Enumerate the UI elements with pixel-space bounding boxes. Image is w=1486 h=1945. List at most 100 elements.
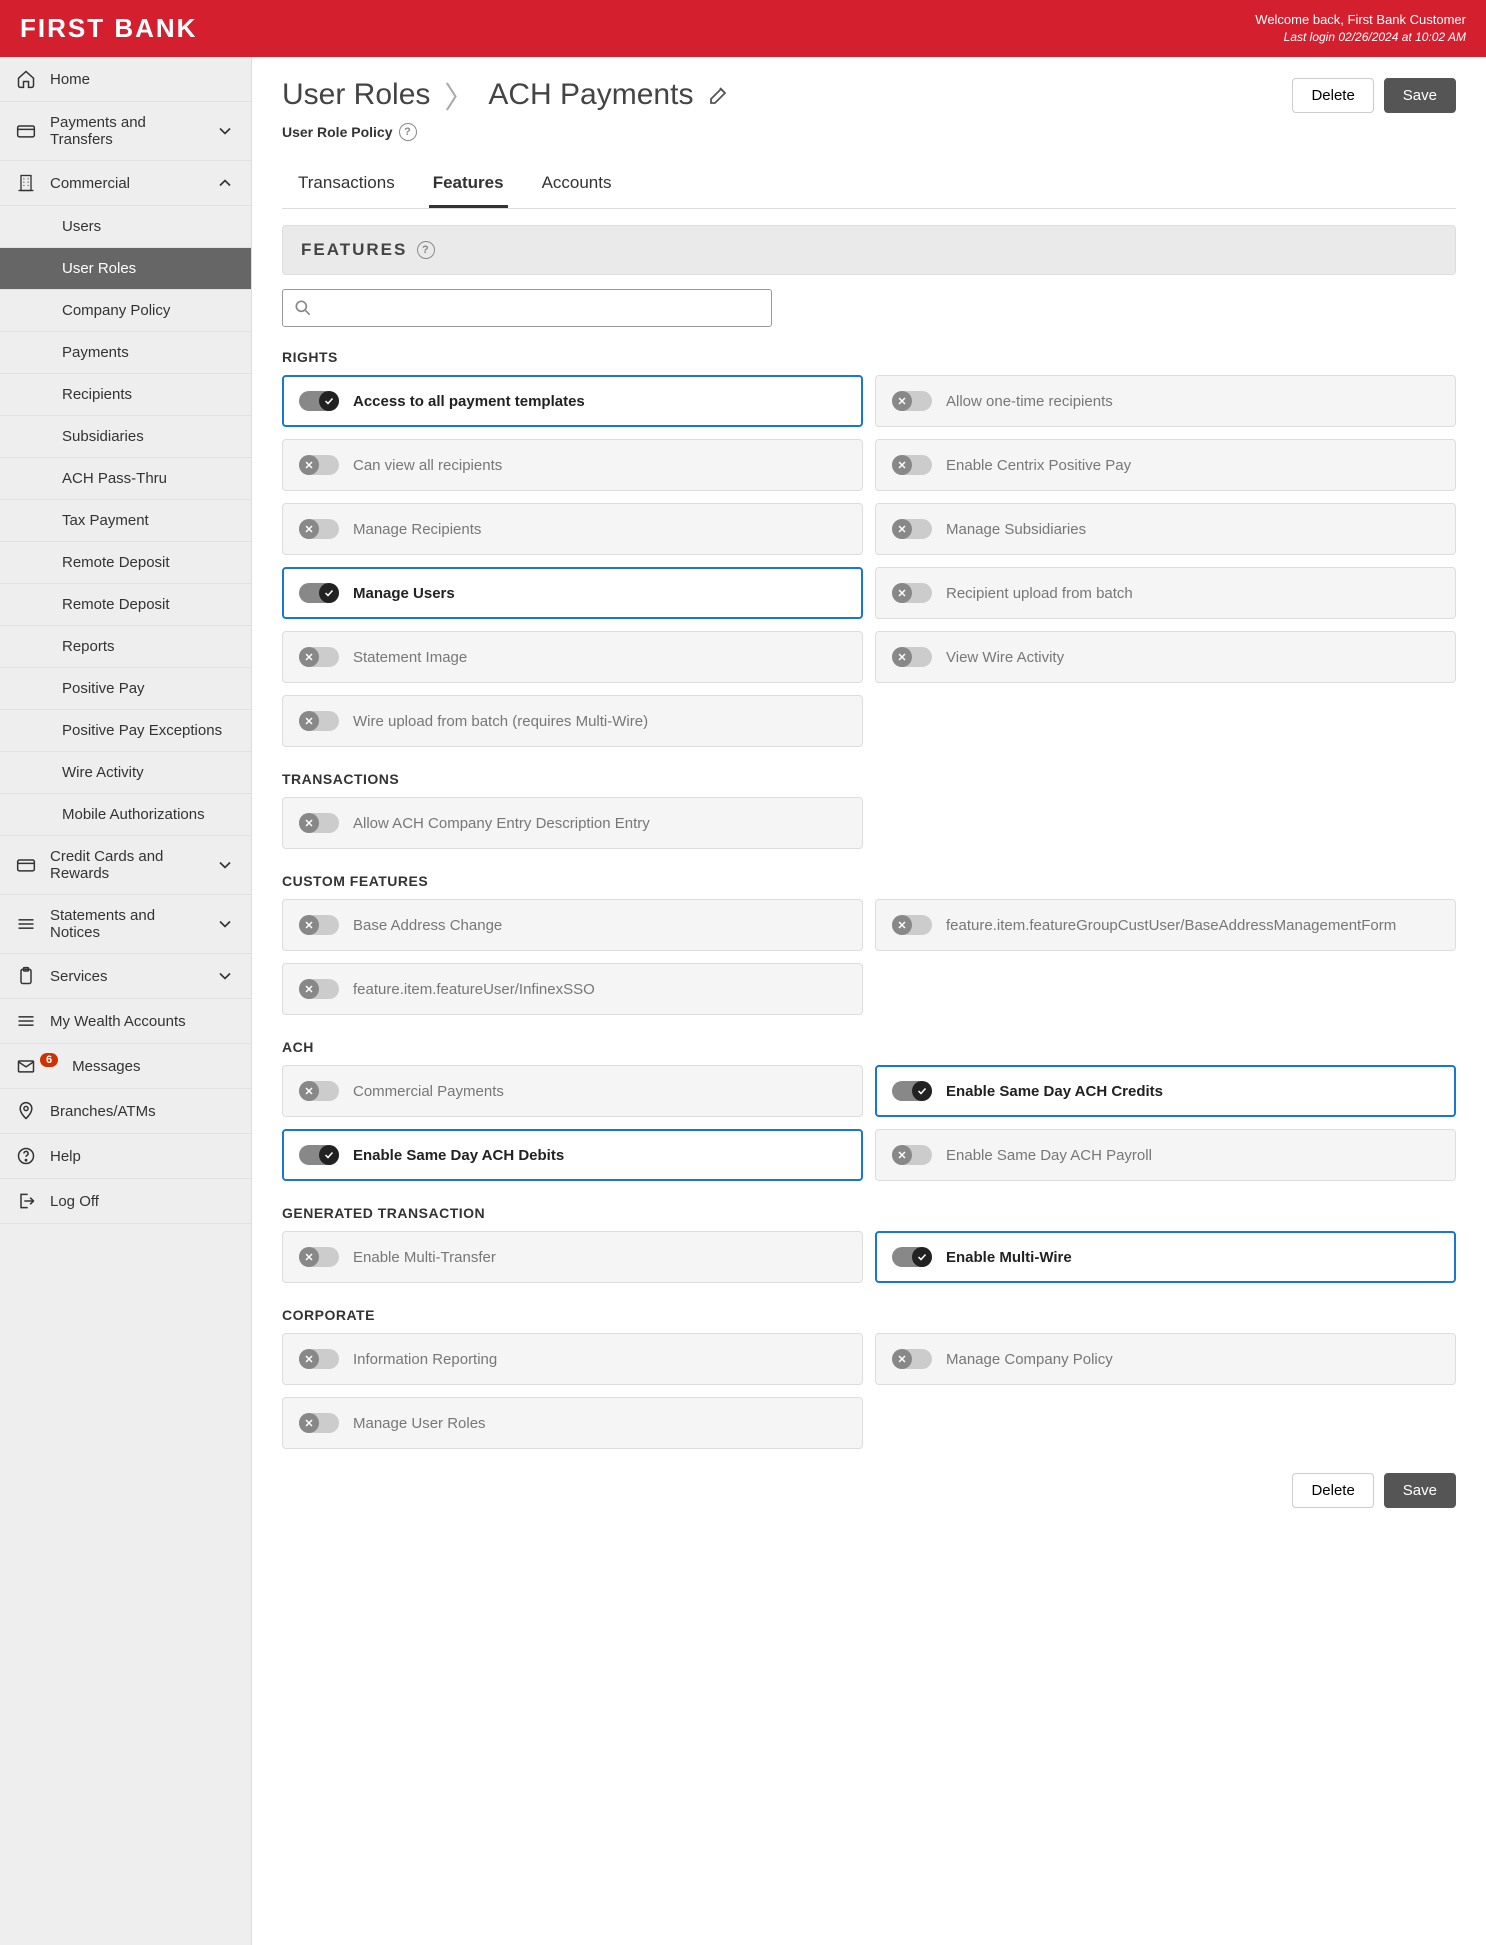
nav-wealth[interactable]: My Wealth Accounts xyxy=(0,999,251,1044)
sidebar-item-users[interactable]: Users xyxy=(0,206,251,248)
help-tooltip-icon[interactable]: ? xyxy=(417,241,435,259)
nav-services[interactable]: Services xyxy=(0,954,251,999)
sidebar-item-tax-payment[interactable]: Tax Payment xyxy=(0,500,251,542)
feature-toggle[interactable] xyxy=(892,915,932,935)
delete-button-footer[interactable]: Delete xyxy=(1292,1473,1373,1508)
x-icon xyxy=(299,455,319,475)
help-tooltip-icon[interactable]: ? xyxy=(399,123,417,141)
sidebar-item-remote-deposit-2[interactable]: Remote Deposit xyxy=(0,584,251,626)
feature-toggle[interactable] xyxy=(892,1081,932,1101)
feature-card: Enable Centrix Positive Pay xyxy=(875,439,1456,491)
x-icon xyxy=(892,1145,912,1165)
nav-messages[interactable]: 6 Messages xyxy=(0,1044,251,1089)
group-title-rights: RIGHTS xyxy=(282,349,1456,365)
sidebar-item-mobile-authorizations[interactable]: Mobile Authorizations xyxy=(0,794,251,836)
feature-card: Base Address Change xyxy=(282,899,863,951)
feature-toggle[interactable] xyxy=(299,711,339,731)
main-content: User Roles 〉 ACH Payments Delete Save Us… xyxy=(252,57,1486,1945)
sidebar-item-remote-deposit[interactable]: Remote Deposit xyxy=(0,542,251,584)
sidebar-item-subsidiaries[interactable]: Subsidiaries xyxy=(0,416,251,458)
feature-card: feature.item.featureGroupCustUser/BaseAd… xyxy=(875,899,1456,951)
logout-icon xyxy=(16,1191,36,1211)
feature-label: Allow one-time recipients xyxy=(946,393,1113,410)
x-icon xyxy=(299,1349,319,1369)
save-button-footer[interactable]: Save xyxy=(1384,1473,1456,1508)
nav-label: Log Off xyxy=(50,1193,99,1210)
check-icon xyxy=(912,1081,932,1101)
feature-toggle[interactable] xyxy=(299,813,339,833)
sidebar-item-user-roles[interactable]: User Roles xyxy=(0,248,251,290)
feature-card: Enable Same Day ACH Credits xyxy=(875,1065,1456,1117)
sidebar-item-recipients[interactable]: Recipients xyxy=(0,374,251,416)
delete-button[interactable]: Delete xyxy=(1292,78,1373,113)
sidebar-item-ach-passthru[interactable]: ACH Pass-Thru xyxy=(0,458,251,500)
subtitle-text: User Role Policy xyxy=(282,124,393,140)
sidebar-item-reports[interactable]: Reports xyxy=(0,626,251,668)
feature-toggle[interactable] xyxy=(299,979,339,999)
nav-home[interactable]: Home xyxy=(0,57,251,102)
building-icon xyxy=(16,173,36,193)
x-icon xyxy=(299,1413,319,1433)
nav-statements[interactable]: Statements and Notices xyxy=(0,895,251,954)
feature-toggle[interactable] xyxy=(892,455,932,475)
tab-features[interactable]: Features xyxy=(429,165,508,208)
feature-toggle[interactable] xyxy=(299,583,339,603)
feature-label: Manage Users xyxy=(353,585,455,602)
feature-toggle[interactable] xyxy=(892,647,932,667)
search-box[interactable] xyxy=(282,289,772,327)
nav-credit-cards[interactable]: Credit Cards and Rewards xyxy=(0,836,251,895)
feature-toggle[interactable] xyxy=(299,1081,339,1101)
feature-toggle[interactable] xyxy=(299,1247,339,1267)
feature-toggle[interactable] xyxy=(299,1349,339,1369)
nav-commercial[interactable]: Commercial xyxy=(0,161,251,206)
save-button[interactable]: Save xyxy=(1384,78,1456,113)
sidebar-item-positive-pay[interactable]: Positive Pay xyxy=(0,668,251,710)
sidebar-item-payments[interactable]: Payments xyxy=(0,332,251,374)
section-title: FEATURES xyxy=(301,240,407,260)
feature-label: Base Address Change xyxy=(353,917,502,934)
x-icon xyxy=(299,915,319,935)
feature-toggle[interactable] xyxy=(299,519,339,539)
search-input[interactable] xyxy=(321,300,761,317)
breadcrumb-root[interactable]: User Roles xyxy=(282,78,430,112)
feature-card: Information Reporting xyxy=(282,1333,863,1385)
nav-logoff[interactable]: Log Off xyxy=(0,1179,251,1224)
sidebar-item-wire-activity[interactable]: Wire Activity xyxy=(0,752,251,794)
feature-toggle[interactable] xyxy=(892,391,932,411)
feature-label: Commercial Payments xyxy=(353,1083,504,1100)
sidebar-item-positive-pay-exceptions[interactable]: Positive Pay Exceptions xyxy=(0,710,251,752)
feature-toggle[interactable] xyxy=(892,519,932,539)
feature-label: Can view all recipients xyxy=(353,457,502,474)
nav-label: Branches/ATMs xyxy=(50,1103,156,1120)
feature-card: Manage Company Policy xyxy=(875,1333,1456,1385)
nav-help[interactable]: Help xyxy=(0,1134,251,1179)
feature-toggle[interactable] xyxy=(892,1247,932,1267)
sidebar-item-company-policy[interactable]: Company Policy xyxy=(0,290,251,332)
feature-label: Enable Same Day ACH Payroll xyxy=(946,1147,1152,1164)
check-icon xyxy=(912,1247,932,1267)
nav-label: Credit Cards and Rewards xyxy=(50,848,201,882)
feature-toggle[interactable] xyxy=(299,1145,339,1165)
feature-label: Manage User Roles xyxy=(353,1415,486,1432)
tab-transactions[interactable]: Transactions xyxy=(294,165,399,208)
feature-toggle[interactable] xyxy=(299,1413,339,1433)
nav-payments-transfers[interactable]: Payments and Transfers xyxy=(0,102,251,161)
breadcrumb-current: ACH Payments xyxy=(488,78,693,112)
feature-grid-custom: Base Address Change feature.item.feature… xyxy=(282,899,1456,1015)
edit-icon[interactable] xyxy=(707,83,731,107)
feature-toggle[interactable] xyxy=(299,391,339,411)
nav-branches[interactable]: Branches/ATMs xyxy=(0,1089,251,1134)
feature-toggle[interactable] xyxy=(299,455,339,475)
feature-toggle[interactable] xyxy=(892,1349,932,1369)
tab-accounts[interactable]: Accounts xyxy=(538,165,616,208)
nav-label: My Wealth Accounts xyxy=(50,1013,186,1030)
feature-label: Information Reporting xyxy=(353,1351,497,1368)
feature-toggle[interactable] xyxy=(299,647,339,667)
feature-label: feature.item.featureGroupCustUser/BaseAd… xyxy=(946,917,1396,934)
feature-toggle[interactable] xyxy=(892,1145,932,1165)
feature-toggle[interactable] xyxy=(299,915,339,935)
group-title-transactions: TRANSACTIONS xyxy=(282,771,1456,787)
feature-label: Manage Recipients xyxy=(353,521,481,538)
x-icon xyxy=(892,391,912,411)
feature-toggle[interactable] xyxy=(892,583,932,603)
